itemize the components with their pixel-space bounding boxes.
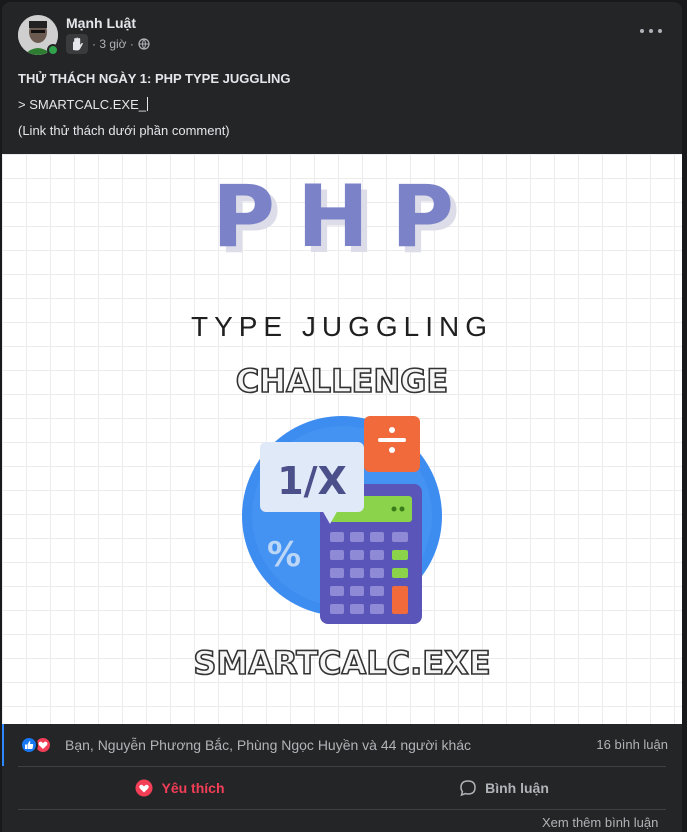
more-options-button[interactable] [640, 24, 662, 38]
post-card: Mạnh Luật · 3 giờ · THỬ THÁCH NGÀY 1: PH… [2, 2, 682, 832]
post-header: Mạnh Luật · 3 giờ · [2, 2, 682, 62]
online-status-dot [47, 44, 59, 56]
love-reaction-label: Yêu thích [161, 780, 225, 796]
love-reaction-button[interactable]: Yêu thích [18, 767, 342, 809]
post-title-line: THỬ THÁCH NGÀY 1: PHP TYPE JUGGLING [18, 71, 291, 86]
view-more-comments-link[interactable]: Xem thêm bình luận [542, 815, 658, 830]
more-icon [640, 29, 644, 33]
post-image[interactable]: PHP PHP TYPE JUGGLING CHALLENGE % 1/X SM… [2, 154, 682, 724]
like-icon [20, 736, 38, 754]
calculator-illustration: % [242, 416, 442, 624]
author-name[interactable]: Mạnh Luật [66, 15, 136, 31]
comment-icon [460, 780, 476, 797]
reaction-icons[interactable] [20, 736, 52, 754]
post-command-line: > SMARTCALC.EXE_ [18, 92, 666, 118]
text-cursor [147, 97, 149, 111]
comment-label: Bình luận [485, 780, 549, 796]
globe-icon [134, 38, 150, 50]
post-actions: Yêu thích Bình luận [18, 766, 666, 810]
command-text: > SMARTCALC.EXE_ [18, 97, 147, 112]
type-juggling-text: TYPE JUGGLING [191, 311, 493, 342]
reaction-summary[interactable]: Bạn, Nguyễn Phương Bắc, Phùng Ngọc Huyền… [65, 737, 471, 753]
post-text: THỬ THÁCH NGÀY 1: PHP TYPE JUGGLING > SM… [2, 62, 682, 144]
challenge-text: CHALLENGE [236, 362, 449, 400]
love-react-icon [135, 779, 153, 797]
reactions-bar: Bạn, Nguyễn Phương Bắc, Phùng Ngọc Huyền… [2, 724, 682, 766]
screen-text: 1/X [277, 459, 347, 503]
post-note-line: (Link thử thách dưới phần comment) [18, 123, 230, 138]
php-title: PHP [212, 167, 476, 267]
smartcalc-text: SMARTCALC.EXE [193, 644, 490, 682]
post-meta: · 3 giờ · [66, 34, 150, 54]
post-time[interactable]: · 3 giờ · [92, 37, 134, 51]
percent-glyph: % [267, 535, 301, 575]
comment-button[interactable]: Bình luận [342, 767, 666, 809]
comment-count[interactable]: 16 bình luận [596, 737, 668, 752]
waving-hand-icon[interactable] [66, 34, 88, 54]
